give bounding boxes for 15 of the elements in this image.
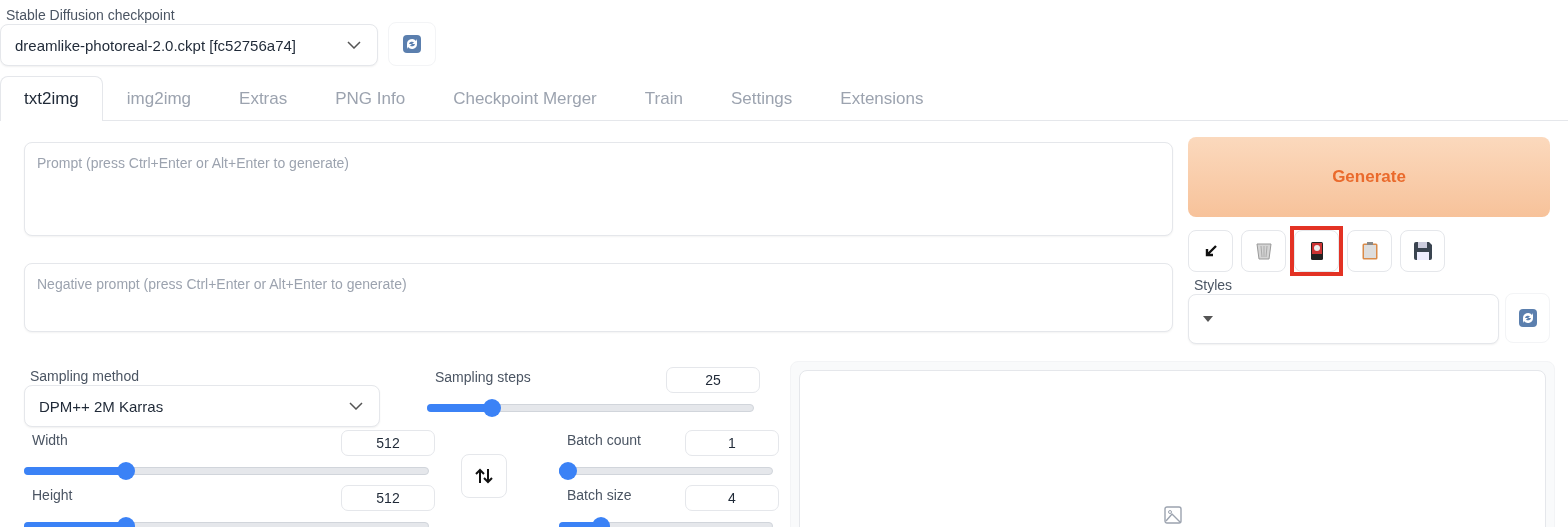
- slider-label: Batch count: [566, 432, 641, 448]
- slider-label: Batch size: [566, 487, 632, 503]
- number-field[interactable]: 4: [685, 485, 779, 511]
- prompt-field[interactable]: Prompt (press Ctrl+Enter or Alt+Enter to generate): [24, 142, 1173, 236]
- slider-label: Sampling steps: [434, 369, 531, 385]
- number-field[interactable]: 512: [341, 430, 435, 456]
- slider-label: Width: [31, 432, 68, 448]
- slider-label: Height: [31, 487, 73, 503]
- number-field[interactable]: 512: [341, 485, 435, 511]
- negative-prompt-field[interactable]: Negative prompt (press Ctrl+Enter or Alt+Enter to generate): [24, 263, 1173, 332]
- number-field[interactable]: 25: [666, 367, 760, 393]
- tab[interactable]: txt2img: [0, 76, 103, 121]
- dropdown[interactable]: DPM++ 2M Karras: [24, 385, 380, 427]
- number-field[interactable]: 1: [685, 430, 779, 456]
- dropdown[interactable]: dreamlike-photoreal-2.0.ckpt [fc52756a74]: [0, 24, 378, 66]
